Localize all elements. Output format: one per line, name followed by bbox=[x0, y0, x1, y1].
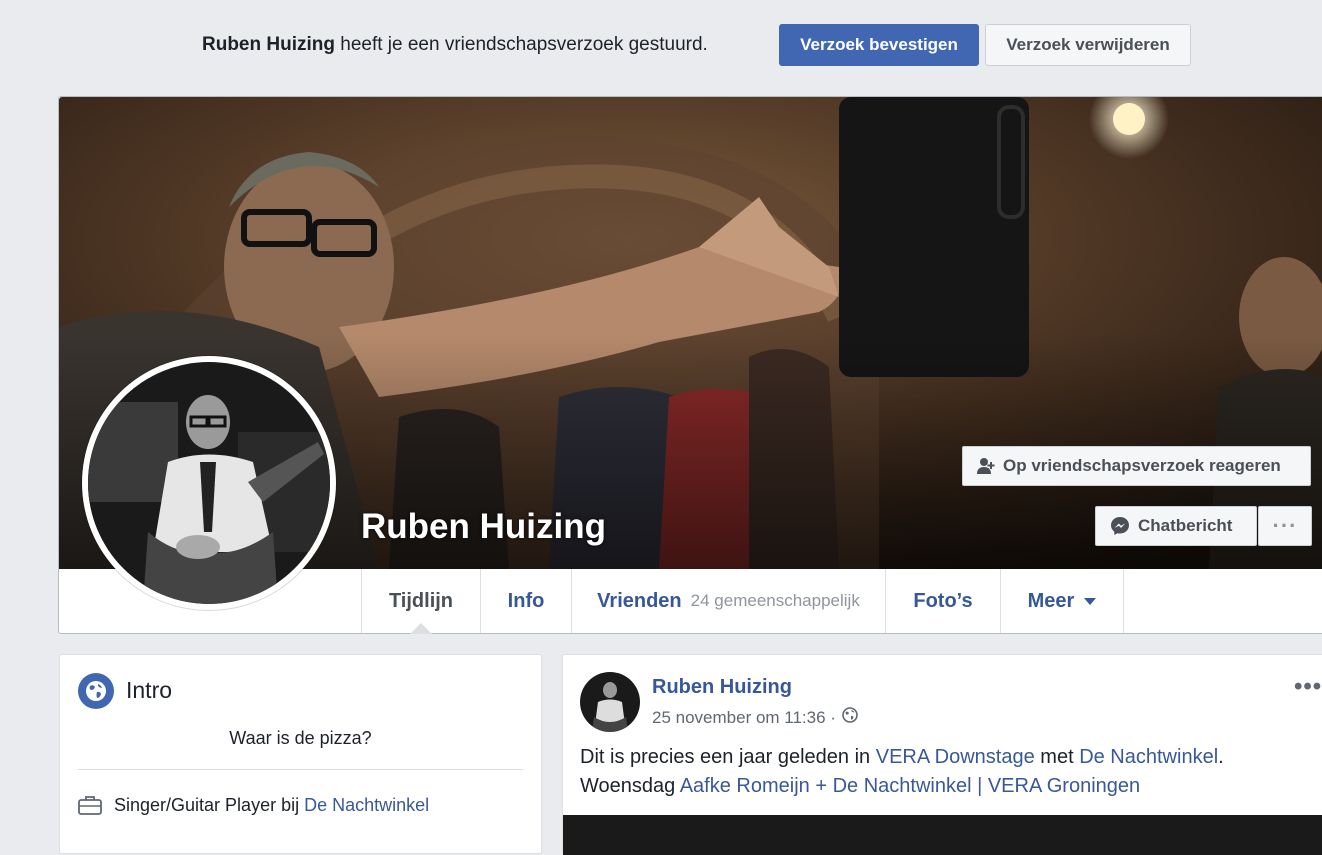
post-image[interactable] bbox=[563, 815, 1322, 855]
post-text-part: Woensdag bbox=[580, 775, 676, 797]
public-globe-icon[interactable] bbox=[842, 707, 858, 728]
profile-picture[interactable] bbox=[82, 356, 336, 610]
profile-tabs: Tijdlijn Info Vrienden 24 gemeenschappeli… bbox=[361, 569, 1124, 634]
intro-work-link[interactable]: De Nachtwinkel bbox=[304, 795, 429, 815]
message-button[interactable]: Chatbericht bbox=[1095, 506, 1257, 546]
post-link-event[interactable]: Aafke Romeijn + De Nachtwinkel | VERA Gr… bbox=[680, 775, 1140, 797]
post-author-avatar[interactable] bbox=[580, 672, 640, 732]
intro-work: Singer/Guitar Player bij De Nachtwinkel bbox=[114, 795, 429, 816]
post-text: Dit is precies een jaar geleden in VERA … bbox=[580, 743, 1320, 801]
confirm-request-button[interactable]: Verzoek bevestigen bbox=[779, 24, 979, 66]
tab-info-label: Info bbox=[507, 589, 545, 612]
post-card: Ruben Huizing 25 november om 11:36 · •••… bbox=[562, 654, 1322, 855]
tab-friends-label: Vrienden bbox=[597, 589, 682, 612]
profile-header: Ruben Huizing Op vriendschapsverzoek rea… bbox=[58, 96, 1322, 634]
intro-work-prefix: Singer/Guitar Player bij bbox=[114, 795, 300, 815]
post-options-button[interactable]: ••• bbox=[1294, 673, 1322, 701]
tab-info[interactable]: Info bbox=[480, 569, 571, 633]
globe-icon bbox=[78, 673, 114, 709]
profile-name[interactable]: Ruben Huizing bbox=[361, 507, 606, 547]
tab-timeline[interactable]: Tijdlijn bbox=[361, 569, 480, 634]
intro-divider bbox=[78, 769, 523, 770]
tab-more-label: Meer bbox=[1027, 589, 1075, 612]
intro-card: Intro Waar is de pizza? Singer/Guitar Pl… bbox=[59, 654, 542, 854]
profile-picture-image bbox=[88, 362, 330, 604]
mutual-friends-count: 24 gemeenschappelijk bbox=[690, 591, 860, 610]
post-link-venue[interactable]: VERA Downstage bbox=[876, 746, 1035, 768]
tab-timeline-label: Tijdlijn bbox=[388, 589, 454, 612]
tab-photos[interactable]: Foto’s bbox=[885, 569, 1000, 633]
add-friend-icon bbox=[977, 458, 995, 474]
message-label: Chatbericht bbox=[1138, 516, 1233, 535]
post-text-part: . bbox=[1218, 746, 1224, 768]
post-meta: 25 november om 11:36 · bbox=[652, 707, 858, 728]
friend-request-message: heeft je een vriendschapsverzoek gestuur… bbox=[340, 34, 708, 55]
respond-label: Op vriendschapsverzoek reageren bbox=[1003, 456, 1281, 475]
more-options-button[interactable]: ··· bbox=[1258, 506, 1312, 546]
dropdown-caret-icon bbox=[1084, 597, 1097, 605]
friend-request-text: Ruben Huizing heeft je een vriendschapsv… bbox=[202, 34, 708, 56]
post-timestamp[interactable]: 25 november om 11:36 · bbox=[652, 708, 836, 728]
respond-friend-request-button[interactable]: Op vriendschapsverzoek reageren bbox=[962, 446, 1311, 486]
tab-friends[interactable]: Vrienden 24 gemeenschappelijk bbox=[571, 569, 885, 633]
post-link-band[interactable]: De Nachtwinkel bbox=[1079, 746, 1218, 768]
requester-name[interactable]: Ruben Huizing bbox=[202, 34, 335, 55]
post-text-part: met bbox=[1040, 746, 1074, 768]
messenger-icon bbox=[1110, 516, 1130, 536]
briefcase-icon bbox=[78, 795, 102, 820]
intro-title: Intro bbox=[126, 677, 173, 703]
post-text-part: Dit is precies een jaar geleden in bbox=[580, 746, 871, 768]
tab-photos-label: Foto’s bbox=[913, 589, 973, 612]
post-author-name[interactable]: Ruben Huizing bbox=[652, 676, 792, 699]
delete-request-button[interactable]: Verzoek verwijderen bbox=[985, 24, 1191, 66]
friend-request-banner: Ruben Huizing heeft je een vriendschapsv… bbox=[0, 0, 1322, 92]
tab-more[interactable]: Meer bbox=[1000, 569, 1124, 633]
intro-bio: Waar is de pizza? bbox=[229, 728, 372, 748]
